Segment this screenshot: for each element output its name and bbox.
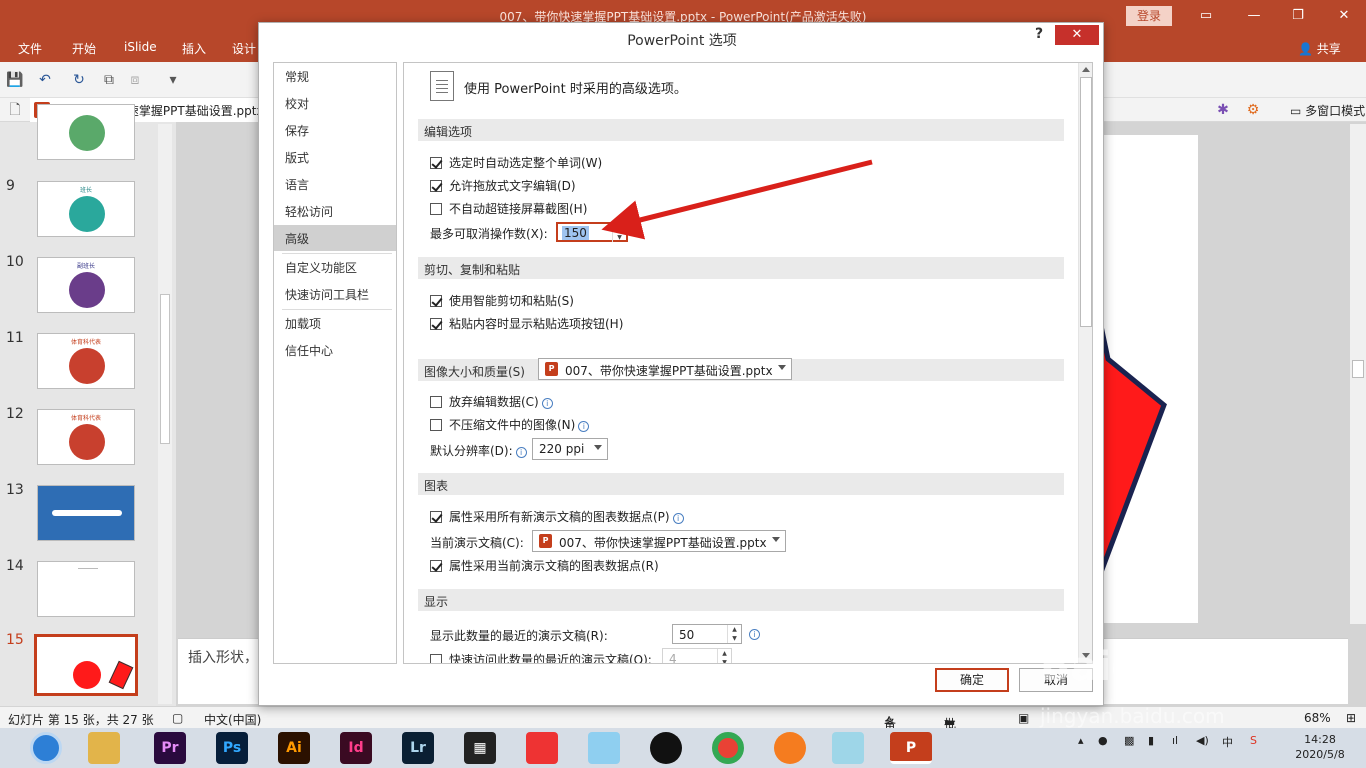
annotation-arrow bbox=[601, 159, 873, 240]
arrow-line bbox=[601, 159, 873, 240]
